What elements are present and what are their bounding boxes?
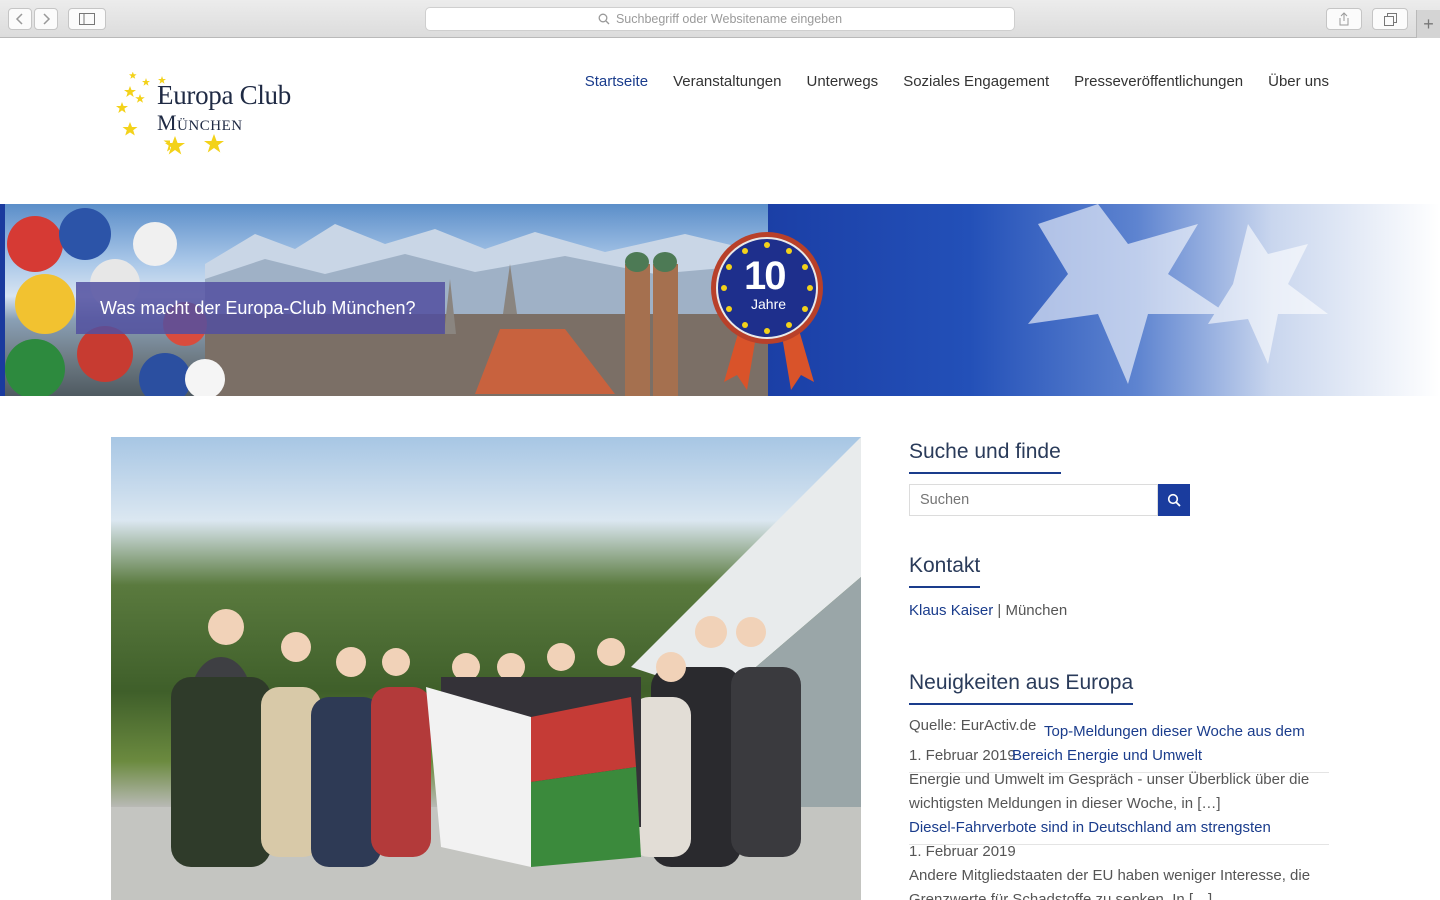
news-source: Quelle: EurActiv.de (909, 717, 1037, 734)
search-icon (598, 13, 610, 25)
logo-title: Europa Club (157, 80, 291, 110)
chevron-left-icon (15, 13, 23, 25)
news-2-excerpt-line2: Grenzwerte für Schadstoffe zu senken. In… (909, 891, 1213, 900)
news-2-date: 1. Februar 2019 (909, 843, 1016, 860)
news-2-title[interactable]: Diesel-Fahrverbote sind in Deutschland a… (909, 816, 1271, 840)
contact-widget-title: Kontakt (909, 554, 981, 588)
nav-soziales-engagement[interactable]: Soziales Engagement (903, 73, 1049, 90)
main-navigation: Startseite Veranstaltungen Unterwegs Soz… (585, 73, 1329, 90)
news-2-excerpt-line1: Andere Mitgliedstaaten der EU haben weni… (909, 867, 1311, 884)
nav-presseveroeffentlichungen[interactable]: Presseveröffentlichungen (1074, 73, 1243, 90)
search-input[interactable] (909, 484, 1158, 516)
hero-banner: Was macht der Europa-Club München? 10 Ja… (0, 204, 1440, 396)
address-bar[interactable]: Suchbegriff oder Websitename eingeben (425, 7, 1015, 31)
news-1-title-line1[interactable]: Top-Meldungen dieser Woche aus dem (1044, 720, 1305, 744)
share-button[interactable] (1326, 8, 1362, 30)
badge-label: Jahre (751, 296, 787, 312)
banner-city-image: Was macht der Europa-Club München? (5, 204, 768, 396)
group-photo (111, 437, 861, 900)
tabs-icon (1383, 12, 1397, 26)
nav-unterwegs[interactable]: Unterwegs (806, 73, 878, 90)
search-widget-title: Suche und finde (909, 440, 1061, 474)
forward-button[interactable] (34, 8, 58, 30)
sidebar-icon (79, 13, 95, 25)
sidebar-toggle-button[interactable] (68, 8, 106, 30)
contact-widget: Kontakt Klaus Kaiser | München (909, 554, 1329, 619)
news-widget: Neuigkeiten aus Europa (909, 671, 1329, 705)
badge-number: 10 (744, 254, 786, 298)
star-icon (165, 134, 224, 155)
back-button[interactable] (8, 8, 32, 30)
banner-cta-button[interactable]: Was macht der Europa-Club München? (76, 282, 445, 334)
contact-separator: | (993, 602, 1006, 619)
news-1-date: 1. Februar 2019 (909, 747, 1016, 764)
news-1-excerpt-line2: wichtigsten Meldungen in dieser Woche, i… (909, 795, 1221, 812)
news-1-title-line2[interactable]: Bereich Energie und Umwelt (1012, 744, 1202, 768)
news-1-excerpt-line1: Energie und Umwelt im Gespräch - unser Ü… (909, 771, 1310, 788)
share-icon (1339, 12, 1349, 26)
tabs-button[interactable] (1372, 8, 1408, 30)
nav-veranstaltungen[interactable]: Veranstaltungen (673, 73, 781, 90)
news-widget-title: Neuigkeiten aus Europa (909, 671, 1134, 705)
search-icon (1167, 493, 1181, 507)
address-placeholder: Suchbegriff oder Websitename eingeben (615, 12, 843, 26)
site-logo[interactable]: Europa Club München (110, 72, 300, 167)
search-widget: Suche und finde (909, 440, 1329, 474)
logo-subtitle: München (157, 110, 243, 135)
contact-name-link[interactable]: Klaus Kaiser (909, 602, 993, 619)
nav-ueber-uns[interactable]: Über uns (1268, 73, 1329, 90)
browser-toolbar: Suchbegriff oder Websitename eingeben + (0, 0, 1440, 38)
search-button[interactable] (1158, 484, 1190, 516)
banner-stars-background (768, 204, 1440, 396)
contact-city: München (1005, 602, 1068, 619)
contact-line: Klaus Kaiser | München (909, 602, 1329, 619)
chevron-right-icon (43, 13, 51, 25)
new-tab-button[interactable]: + (1416, 10, 1440, 38)
nav-startseite[interactable]: Startseite (585, 73, 648, 90)
search-form (909, 484, 1190, 516)
